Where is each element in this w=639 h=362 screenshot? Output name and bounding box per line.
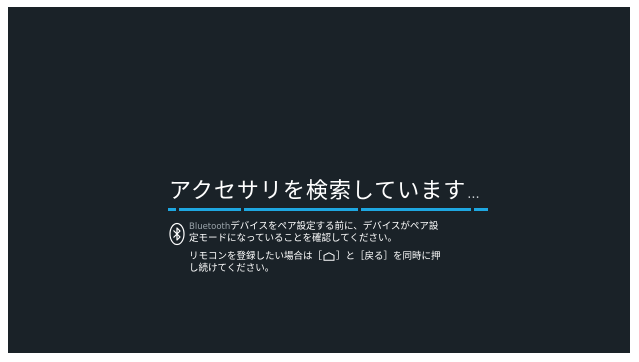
bluetooth-word: Bluetooth: [189, 222, 231, 232]
home-icon: [323, 252, 335, 261]
bluetooth-icon: [169, 222, 185, 246]
instruction-line-2: 定モードになっていることを確認してください。: [189, 233, 397, 244]
instruction-line-3: リモコンを登録したい場合は［ ］と［戻る］を同時に押: [189, 251, 441, 262]
progress-segment: [168, 208, 176, 211]
progress-segment: [474, 208, 488, 211]
search-title: アクセサリを検索しています...: [169, 173, 509, 205]
progress-segment: [179, 208, 241, 211]
tv-screen: アクセサリを検索しています... Bluetoothデバイスをペア設定する前に、…: [8, 7, 630, 353]
loading-ellipsis: ...: [467, 187, 480, 202]
instruction-line-4: し続けてください。: [189, 263, 275, 274]
pairing-instructions: Bluetoothデバイスをペア設定する前に、デバイスがペア設 定モードになって…: [189, 221, 499, 275]
progress-segment: [244, 208, 358, 211]
instruction-line-1: Bluetoothデバイスをペア設定する前に、デバイスがペア設: [189, 221, 439, 232]
progress-segment: [361, 208, 471, 211]
search-progress-bar: [168, 208, 490, 211]
search-title-text: アクセサリを検索しています: [169, 179, 467, 204]
